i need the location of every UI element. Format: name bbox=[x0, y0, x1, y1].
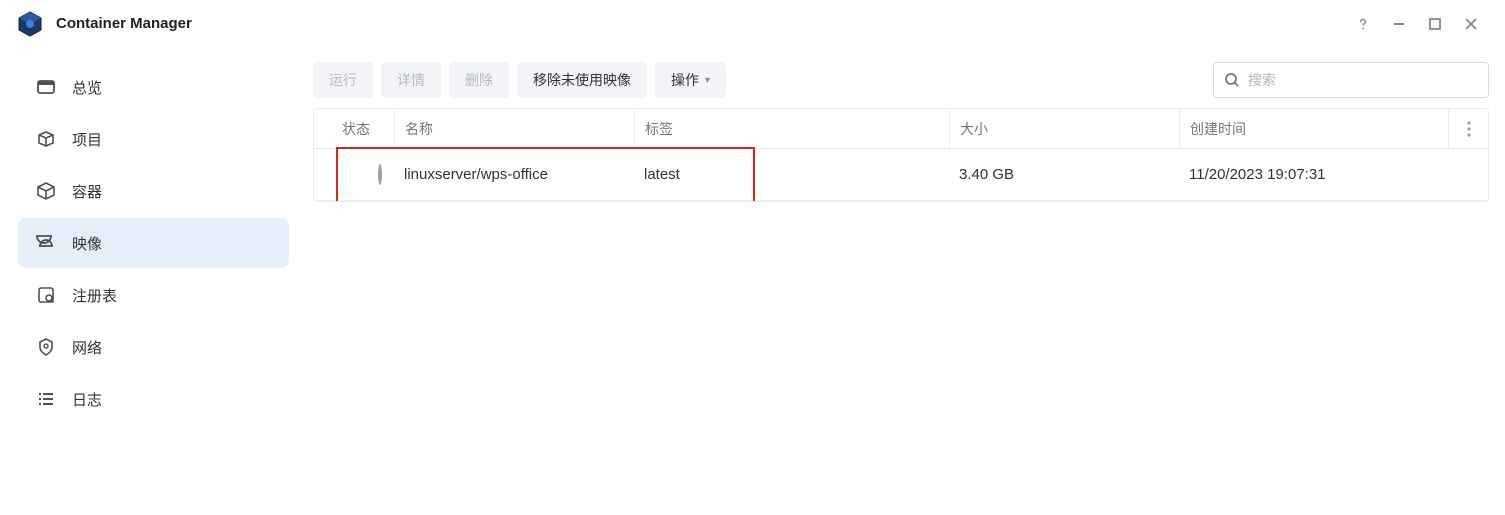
col-header-size[interactable]: 大小 bbox=[949, 109, 1179, 148]
toolbar: 运行 详情 删除 移除未使用映像 操作 ▾ bbox=[313, 62, 1489, 98]
col-header-name[interactable]: 名称 bbox=[394, 109, 634, 148]
minimize-button[interactable] bbox=[1381, 6, 1417, 42]
delete-button[interactable]: 删除 bbox=[449, 62, 509, 98]
cell-size: 3.40 GB bbox=[949, 166, 1179, 183]
action-label: 操作 bbox=[671, 70, 699, 90]
maximize-button[interactable] bbox=[1417, 6, 1453, 42]
sidebar-item-overview[interactable]: 总览 bbox=[18, 62, 289, 112]
cell-created: 11/20/2023 19:07:31 bbox=[1179, 166, 1448, 183]
sidebar-item-label: 总览 bbox=[72, 77, 102, 98]
cell-status bbox=[314, 166, 394, 183]
network-icon bbox=[34, 335, 58, 359]
table-row[interactable]: linuxserver/wps-office latest 3.40 GB 11… bbox=[314, 149, 1488, 201]
close-button[interactable] bbox=[1453, 6, 1489, 42]
image-icon bbox=[34, 231, 58, 255]
sidebar-item-label: 项目 bbox=[72, 129, 102, 150]
search-box[interactable] bbox=[1213, 62, 1489, 98]
run-button[interactable]: 运行 bbox=[313, 62, 373, 98]
chevron-down-icon: ▾ bbox=[705, 75, 710, 86]
col-header-menu[interactable] bbox=[1448, 109, 1488, 148]
sidebar-item-label: 容器 bbox=[72, 181, 102, 202]
sidebar-item-label: 网络 bbox=[72, 337, 102, 358]
kebab-icon bbox=[1467, 121, 1471, 137]
status-stopped-icon bbox=[378, 164, 382, 185]
remove-unused-button[interactable]: 移除未使用映像 bbox=[517, 62, 647, 98]
sidebar-item-network[interactable]: 网络 bbox=[18, 322, 289, 372]
sidebar-item-container[interactable]: 容器 bbox=[18, 166, 289, 216]
table-header: 状态 名称 标签 大小 创建时间 bbox=[314, 109, 1488, 149]
sidebar-item-image[interactable]: 映像 bbox=[18, 218, 289, 268]
sidebar-item-label: 日志 bbox=[72, 389, 102, 410]
minimize-icon bbox=[1392, 17, 1406, 31]
detail-button[interactable]: 详情 bbox=[381, 62, 441, 98]
titlebar: Container Manager bbox=[0, 0, 1505, 48]
project-icon bbox=[34, 127, 58, 151]
action-dropdown[interactable]: 操作 ▾ bbox=[655, 62, 726, 98]
sidebar: 总览 项目 容器 映像 注册表 bbox=[0, 48, 305, 515]
sidebar-item-label: 映像 bbox=[72, 233, 102, 254]
cell-name: linuxserver/wps-office bbox=[394, 166, 634, 183]
registry-icon bbox=[34, 283, 58, 307]
app-icon bbox=[16, 10, 44, 38]
col-header-tag[interactable]: 标签 bbox=[634, 109, 949, 148]
cell-tag: latest bbox=[634, 166, 949, 183]
sidebar-item-log[interactable]: 日志 bbox=[18, 374, 289, 424]
image-table: 状态 名称 标签 大小 创建时间 linuxserver/wps-office … bbox=[313, 108, 1489, 202]
overview-icon bbox=[34, 75, 58, 99]
col-header-status[interactable]: 状态 bbox=[314, 109, 394, 148]
sidebar-item-registry[interactable]: 注册表 bbox=[18, 270, 289, 320]
col-header-created[interactable]: 创建时间 bbox=[1179, 109, 1448, 148]
help-icon bbox=[1355, 16, 1371, 32]
search-icon bbox=[1224, 72, 1240, 88]
close-icon bbox=[1464, 17, 1478, 31]
sidebar-item-label: 注册表 bbox=[72, 285, 117, 306]
content: 运行 详情 删除 移除未使用映像 操作 ▾ 状态 名称 标签 大小 bbox=[305, 48, 1505, 515]
search-input[interactable] bbox=[1248, 72, 1478, 88]
log-icon bbox=[34, 387, 58, 411]
sidebar-item-project[interactable]: 项目 bbox=[18, 114, 289, 164]
help-button[interactable] bbox=[1345, 6, 1381, 42]
app-title: Container Manager bbox=[56, 15, 192, 32]
maximize-icon bbox=[1428, 17, 1442, 31]
container-icon bbox=[34, 179, 58, 203]
